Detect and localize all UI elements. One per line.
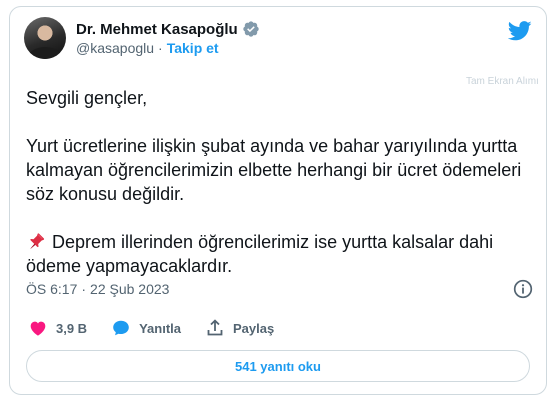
author-name[interactable]: Dr. Mehmet Kasapoğlu xyxy=(76,21,238,38)
share-label: Paylaş xyxy=(233,320,275,336)
like-count: 3,9 B xyxy=(56,320,88,336)
author-sub-row: @kasapoglu · Takip et xyxy=(76,40,219,56)
tweet-paragraph-fees: Yurt ücretlerine ilişkin şubat ayında ve… xyxy=(26,136,522,204)
tweet-paragraph-earthquake: Deprem illerinden öğrencilerimiz ise yur… xyxy=(26,230,526,278)
share-button[interactable]: Paylaş xyxy=(205,318,274,338)
meta-separator: · xyxy=(81,281,87,297)
share-icon xyxy=(207,319,223,336)
author-handle[interactable]: @kasapoglu xyxy=(76,40,154,56)
tweet-paragraph-earthquake-text: Deprem illerinden öğrencilerimiz ise yur… xyxy=(26,232,494,276)
tweet-actions: 3,9 B Yanıtla Paylaş xyxy=(28,318,298,338)
verified-badge-icon xyxy=(243,21,259,37)
tweet-paragraph-greeting: Sevgili gençler, xyxy=(26,88,148,108)
like-button[interactable]: 3,9 B xyxy=(28,318,87,338)
avatar[interactable] xyxy=(24,17,66,59)
speech-bubble-icon xyxy=(113,320,129,336)
tweet-time[interactable]: ÖS 6:17 xyxy=(26,281,77,297)
author-name-row: Dr. Mehmet Kasapoğlu xyxy=(76,20,260,38)
tweet-header: Dr. Mehmet Kasapoğlu @kasapoglu · Takip … xyxy=(24,17,534,61)
tweet-meta: ÖS 6:17 · 22 Şub 2023 xyxy=(26,281,169,297)
reply-label: Yanıtla xyxy=(139,320,181,336)
tweet-date[interactable]: 22 Şub 2023 xyxy=(90,281,169,297)
reply-button[interactable]: Yanıtla xyxy=(111,318,181,338)
pushpin-icon xyxy=(30,233,45,249)
read-replies-button[interactable]: 541 yanıtı oku xyxy=(26,350,530,382)
twitter-bird-icon[interactable] xyxy=(508,21,532,41)
heart-icon xyxy=(30,321,46,336)
follow-button[interactable]: Takip et xyxy=(167,40,219,56)
tweet-text: Sevgili gençler, Yurt ücretlerine ilişki… xyxy=(26,86,526,278)
info-icon[interactable] xyxy=(513,279,533,299)
handle-separator: · xyxy=(158,40,163,56)
